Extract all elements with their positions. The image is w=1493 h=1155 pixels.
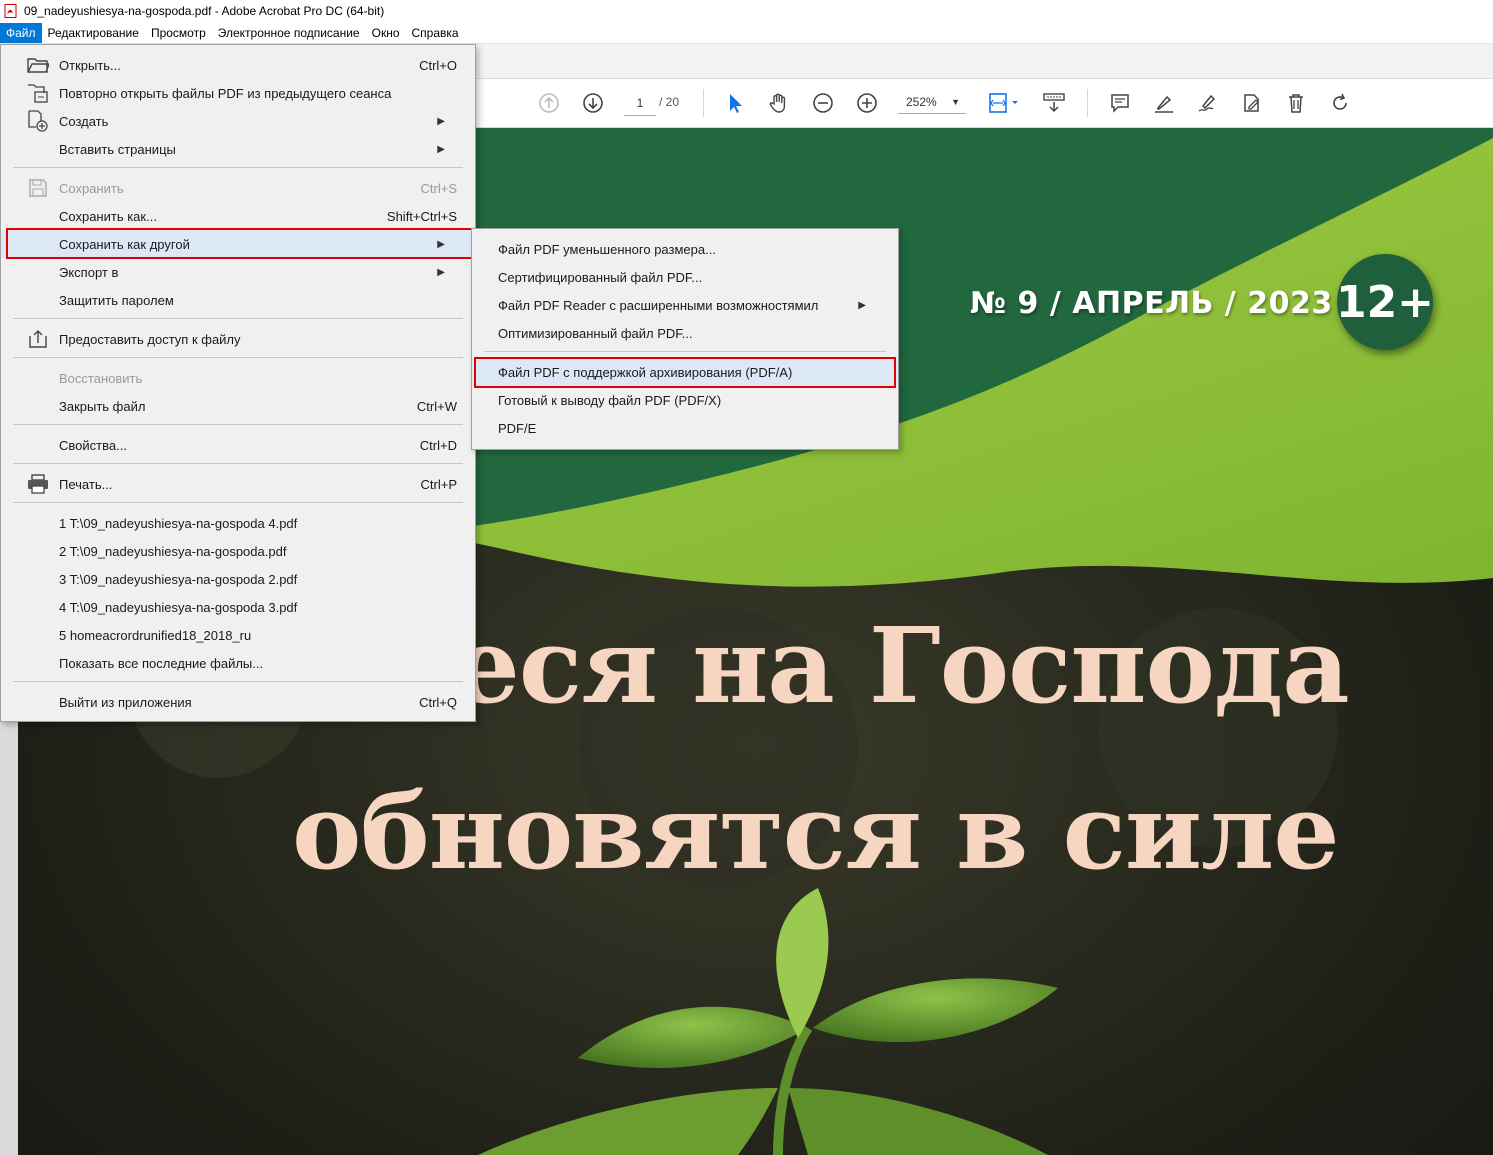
menu-item-save: Сохранить Ctrl+S bbox=[1, 174, 475, 202]
highlight-outline bbox=[474, 357, 896, 388]
highlight-outline bbox=[6, 228, 473, 259]
comment-icon[interactable] bbox=[1108, 91, 1132, 115]
menu-separator bbox=[13, 357, 463, 358]
menu-window[interactable]: Окно bbox=[366, 23, 406, 43]
menu-item-restore: Восстановить bbox=[59, 370, 143, 386]
menu-separator bbox=[13, 502, 463, 503]
submenu-item-pdf-x[interactable]: Готовый к выводу файл PDF (PDF/X) bbox=[472, 386, 898, 414]
menu-item-print[interactable]: Печать... Ctrl+P bbox=[1, 470, 475, 498]
create-icon bbox=[27, 110, 49, 132]
submenu-item-reader-extended-pdf[interactable]: Файл PDF Reader с расширенными возможнос… bbox=[472, 291, 898, 319]
recent-file-item[interactable]: 1 T:\09_nadeyushiesya-na-gospoda 4.pdf bbox=[1, 509, 475, 537]
menu-separator bbox=[13, 318, 463, 319]
menu-item-insert-pages[interactable]: Вставить страницы ▶ bbox=[1, 135, 475, 163]
submenu-item-certified-pdf[interactable]: Сертифицированный файл PDF... bbox=[472, 263, 898, 291]
recent-file-item[interactable]: 4 T:\09_nadeyushiesya-na-gospoda 3.pdf bbox=[1, 593, 475, 621]
menu-view[interactable]: Просмотр bbox=[145, 23, 212, 43]
menu-separator bbox=[484, 351, 886, 352]
menu-bar: Файл Редактирование Просмотр Электронное… bbox=[0, 22, 1493, 44]
trash-icon[interactable] bbox=[1284, 91, 1308, 115]
file-menu: Открыть... Ctrl+O Повторно открыть файлы… bbox=[0, 44, 476, 722]
recent-file-item[interactable]: 5 homeacrordrunified18_2018_ru bbox=[1, 621, 475, 649]
issue-line: № 9 / АПРЕЛЬ / 2023 bbox=[970, 286, 1333, 321]
sign-pen-icon[interactable] bbox=[1196, 91, 1220, 115]
menu-item-open[interactable]: Открыть... Ctrl+O bbox=[1, 51, 475, 79]
page-total: / 20 bbox=[659, 95, 680, 109]
submenu-arrow-icon: ▶ bbox=[437, 266, 445, 278]
menu-separator bbox=[13, 681, 463, 682]
submenu-arrow-icon: ▶ bbox=[437, 115, 445, 127]
submenu-item-optimized-pdf[interactable]: Оптимизированный файл PDF... bbox=[472, 319, 898, 347]
submenu-item-reduced-size-pdf[interactable]: Файл PDF уменьшенного размера... bbox=[472, 235, 898, 263]
headline-line-2: обновятся в силе bbox=[292, 770, 1340, 893]
menu-edit[interactable]: Редактирование bbox=[42, 23, 145, 43]
zoom-in-icon[interactable] bbox=[855, 91, 879, 115]
share-icon bbox=[27, 329, 49, 349]
menu-item-protect-password[interactable]: Защитить паролем bbox=[1, 286, 475, 314]
zoom-value: 252% bbox=[906, 95, 937, 109]
menu-item-create[interactable]: Создать ▶ bbox=[1, 107, 475, 135]
menu-item-exit[interactable]: Выйти из приложения Ctrl+Q bbox=[1, 688, 475, 716]
menu-separator bbox=[13, 463, 463, 464]
zoom-out-icon[interactable] bbox=[811, 91, 835, 115]
page-number-input[interactable] bbox=[624, 91, 656, 116]
window-title: 09_nadeyushiesya-na-gospoda.pdf - Adobe … bbox=[24, 4, 385, 18]
submenu-arrow-icon: ▶ bbox=[858, 299, 866, 311]
menu-item-export-to[interactable]: Экспорт в ▶ bbox=[1, 258, 475, 286]
recent-file-item[interactable]: 3 T:\09_nadeyushiesya-na-gospoda 2.pdf bbox=[1, 565, 475, 593]
title-bar: 09_nadeyushiesya-na-gospoda.pdf - Adobe … bbox=[0, 0, 1493, 22]
menu-separator bbox=[13, 167, 463, 168]
submenu-arrow-icon: ▶ bbox=[437, 143, 445, 155]
highlight-pen-icon[interactable] bbox=[1152, 91, 1176, 115]
fit-page-icon[interactable] bbox=[986, 91, 1022, 115]
menu-item-save-as[interactable]: Сохранить как... Shift+Ctrl+S bbox=[1, 202, 475, 230]
save-icon bbox=[27, 178, 49, 198]
reopen-icon bbox=[27, 83, 49, 103]
menu-e-sign[interactable]: Электронное подписание bbox=[212, 23, 366, 43]
recent-file-item[interactable]: 2 T:\09_nadeyushiesya-na-gospoda.pdf bbox=[1, 537, 475, 565]
open-folder-icon bbox=[27, 55, 49, 75]
age-rating-badge: 12+ bbox=[1336, 254, 1434, 350]
edit-document-icon[interactable] bbox=[1240, 91, 1264, 115]
menu-item-properties[interactable]: Свойства... Ctrl+D bbox=[1, 431, 475, 459]
toolbar-separator bbox=[1087, 89, 1088, 117]
submenu-item-pdf-e[interactable]: PDF/E bbox=[472, 414, 898, 442]
menu-item-share-file[interactable]: Предоставить доступ к файлу bbox=[1, 325, 475, 353]
prev-page-icon[interactable] bbox=[537, 91, 561, 115]
menu-file[interactable]: Файл bbox=[0, 22, 42, 43]
toolbar-separator bbox=[703, 89, 704, 117]
next-page-icon[interactable] bbox=[581, 91, 605, 115]
rotate-icon[interactable] bbox=[1328, 91, 1352, 115]
select-cursor-icon[interactable] bbox=[723, 91, 747, 115]
save-as-other-submenu: Файл PDF уменьшенного размера... Сертифи… bbox=[471, 228, 899, 450]
scroll-mode-icon[interactable] bbox=[1042, 91, 1066, 115]
menu-item-close-file[interactable]: Закрыть файл Ctrl+W bbox=[1, 392, 475, 420]
menu-item-show-all-recent[interactable]: Показать все последние файлы... bbox=[1, 649, 475, 677]
printer-icon bbox=[27, 474, 49, 494]
acrobat-pdf-icon bbox=[4, 4, 17, 18]
menu-separator bbox=[13, 424, 463, 425]
zoom-select[interactable]: 252% ▼ bbox=[898, 91, 966, 114]
menu-help[interactable]: Справка bbox=[406, 23, 465, 43]
chevron-down-icon: ▼ bbox=[951, 97, 960, 107]
menu-item-reopen-session[interactable]: Повторно открыть файлы PDF из предыдущег… bbox=[1, 79, 475, 107]
hand-tool-icon[interactable] bbox=[767, 91, 791, 115]
